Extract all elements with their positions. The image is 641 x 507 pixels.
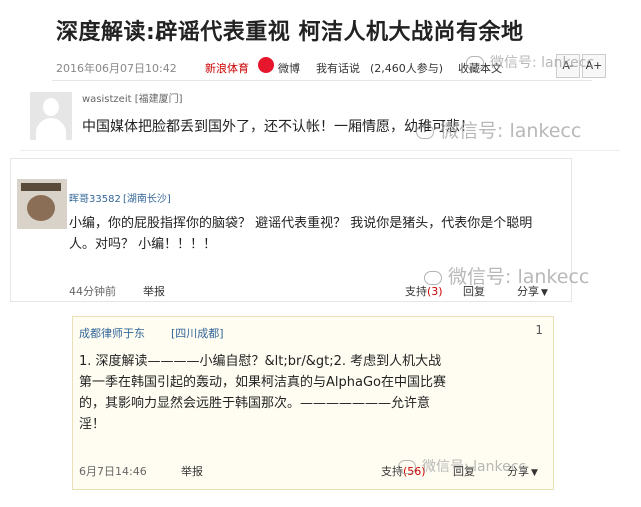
wechat-icon (416, 124, 434, 139)
watermark-text: 微信号: lankecc (490, 55, 595, 71)
avatar-face (27, 195, 55, 221)
source-link[interactable]: 新浪体育 (205, 60, 249, 76)
avatar-head-shape (43, 98, 59, 116)
participant-count[interactable]: (2,460人参与) (370, 60, 443, 76)
wechat-icon (424, 270, 442, 285)
comment-location: [四川成都] (171, 327, 224, 340)
wechat-icon (466, 56, 484, 70)
comment-time: 44分钟前 (69, 285, 116, 298)
comment-text: 1. 深度解读————小编自慰？&lt;br/&gt;2. 考虑到人机大战第一季… (79, 354, 446, 432)
watermark: 微信号: lankecc (466, 52, 594, 72)
comment-text: 小编，你的屁股指挥你的脑袋？ 避谣代表重视？ 我说你是猪头，代表你是个聪明人。对… (69, 216, 533, 252)
avatar[interactable] (17, 179, 67, 229)
watermark: 微信号: lankecc (398, 456, 526, 476)
avatar-body-shape (36, 118, 66, 140)
article-title: 深度解读:辟谣代表重视 柯洁人机大战尚有余地 (56, 20, 524, 45)
weibo-link[interactable]: 微博 (278, 60, 300, 76)
publish-date: 2016年06月07日10:42 (56, 62, 177, 75)
comment-username[interactable]: 成都律师于东 (79, 325, 145, 341)
comment-link[interactable]: 我有话说 (316, 60, 360, 76)
avatar[interactable] (30, 92, 72, 140)
comment-user[interactable]: wasistzeit [福建厦门] (82, 90, 183, 105)
comment-location: [湖南长沙] (123, 194, 171, 205)
avatar-decoration (21, 183, 61, 191)
comment-location: [福建厦门] (134, 94, 183, 105)
watermark: 微信号: lankecc (424, 262, 589, 289)
report-button[interactable]: 举报 (143, 283, 165, 299)
watermark: 微信号: lankecc (416, 116, 581, 143)
chevron-down-icon: ▼ (531, 468, 538, 478)
watermark-text: 微信号: lankecc (422, 459, 527, 475)
wechat-icon (398, 460, 416, 474)
watermark-text: 微信号: lankecc (448, 266, 590, 288)
comment-time: 6月7日14:46 (79, 465, 147, 478)
floor-number: 1 (535, 323, 543, 337)
watermark-text: 微信号: lankecc (440, 120, 582, 142)
comment-username[interactable]: 晖哥33582 (69, 190, 121, 205)
comment-username[interactable]: wasistzeit (82, 94, 132, 105)
weibo-icon[interactable] (258, 57, 274, 73)
report-button[interactable]: 举报 (181, 463, 203, 479)
chevron-down-icon: ▼ (541, 288, 548, 298)
